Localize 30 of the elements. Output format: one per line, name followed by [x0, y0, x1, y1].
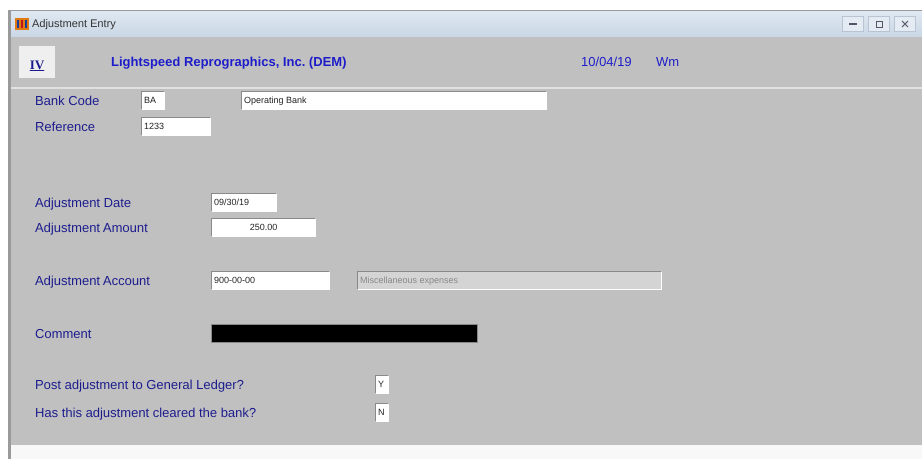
input-field[interactable]: 09/30/19 — [211, 193, 277, 212]
field-label: Comment — [35, 324, 92, 342]
close-button[interactable] — [894, 16, 916, 32]
user-text: Wm — [656, 53, 680, 72]
minimize-button[interactable] — [842, 16, 864, 32]
close-icon — [901, 20, 909, 28]
input-field[interactable]: BA — [141, 91, 165, 110]
company-name: Lightspeed Reprographics, Inc. (DEM) — [111, 53, 348, 72]
field-label: Adjustment Amount — [35, 218, 149, 237]
maximize-icon — [876, 20, 882, 28]
minimize-icon — [849, 23, 857, 25]
field-label: Reference — [35, 118, 96, 136]
app-icon — [15, 18, 29, 30]
input-field[interactable]: N — [375, 402, 389, 422]
comment-field[interactable] — [211, 324, 478, 343]
date-text: 10/04/19 — [581, 53, 633, 72]
field-label: Bank Code — [35, 92, 100, 110]
field-label: Post adjustment to General Ledger? — [35, 376, 245, 394]
field-label: Adjustment Date — [35, 194, 132, 212]
description-field: Miscellaneous expenses — [357, 271, 662, 290]
input-field[interactable]: 250.00 — [211, 218, 316, 237]
input-field[interactable]: 1233 — [141, 116, 211, 136]
input-field[interactable]: 900-00-00 — [211, 271, 330, 290]
maximize-button[interactable] — [868, 16, 890, 32]
description-field: Operating Bank — [241, 91, 547, 110]
field-label: Has this adjustment cleared the bank? — [35, 404, 258, 422]
logo: IV — [19, 46, 55, 78]
window-title: Adjustment Entry — [32, 16, 116, 32]
field-label: Adjustment Account — [35, 272, 151, 290]
input-field[interactable]: Y — [375, 375, 389, 394]
